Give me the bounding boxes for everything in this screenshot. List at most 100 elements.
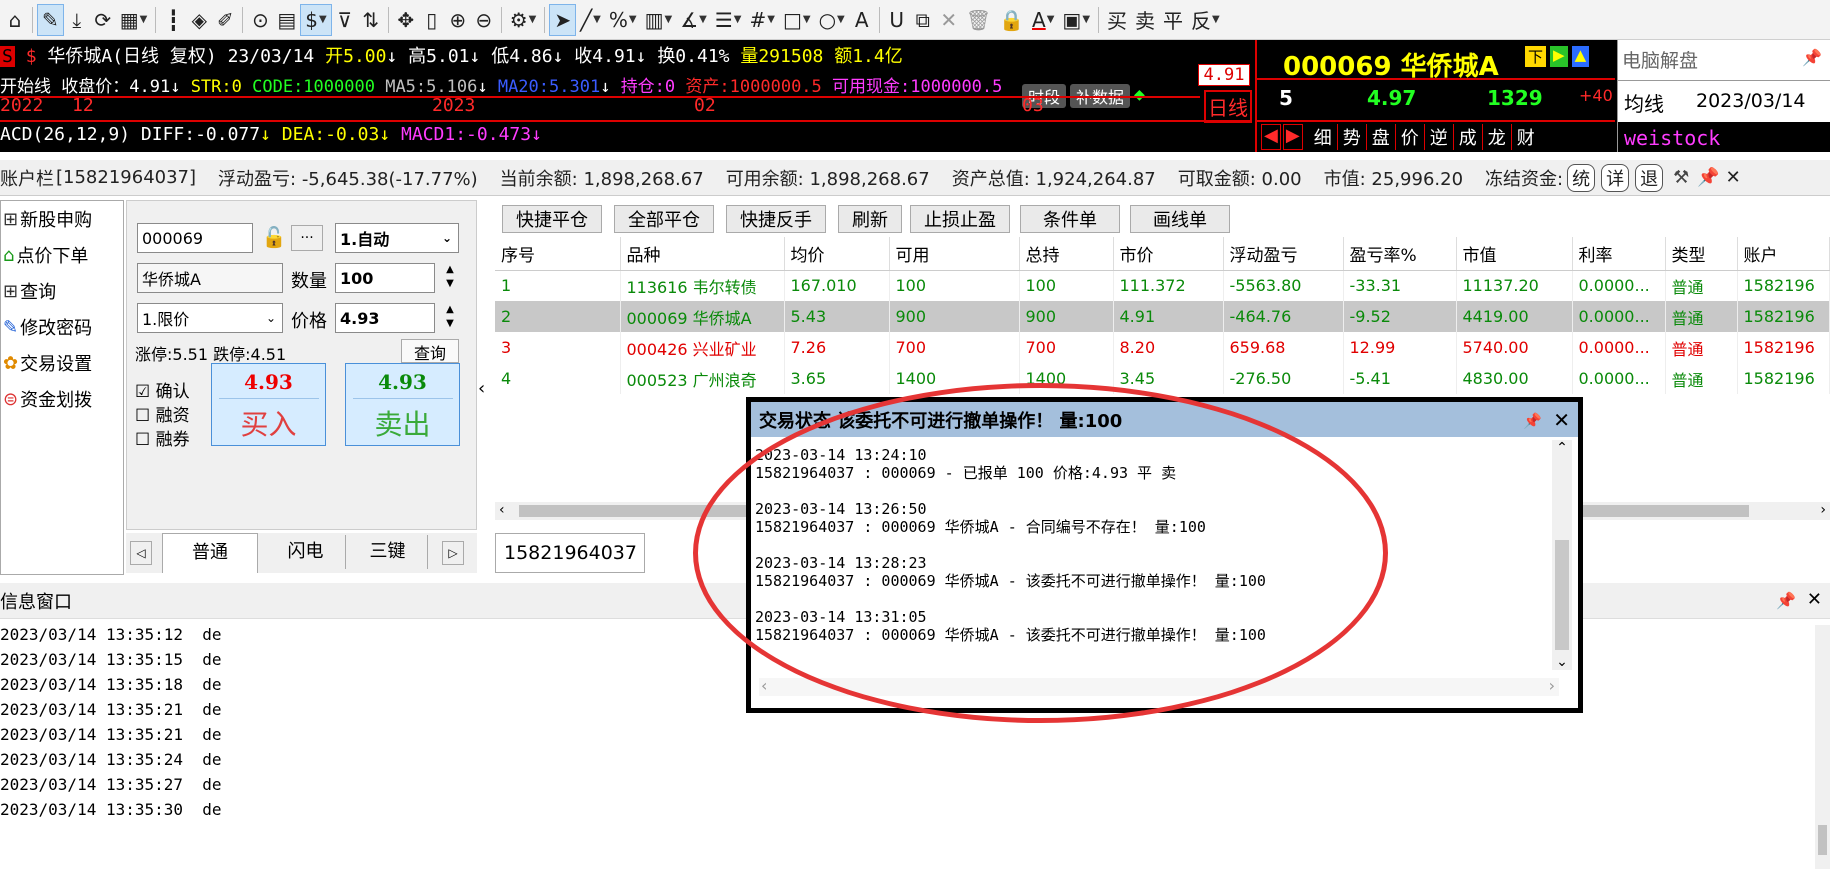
reverse-toolbar-button[interactable]: 反 ▼ <box>1187 4 1224 36</box>
price-stepper[interactable]: ▲ ▼ <box>439 303 461 333</box>
menu-trade-settings[interactable]: ✿ 交易设置 <box>1 345 123 381</box>
menu-query[interactable]: ⊞ 查询 <box>1 273 123 309</box>
menu-point-order[interactable]: ⌂ 点价下单 <box>1 237 123 273</box>
scroll-right-icon[interactable]: › <box>1549 676 1555 695</box>
up-icon[interactable]: ▲ <box>1571 46 1590 67</box>
logout-button[interactable]: 退 <box>1635 163 1664 192</box>
buy-toolbar-button[interactable]: 买 <box>1103 4 1131 36</box>
detail-button[interactable]: 详 <box>1601 163 1630 192</box>
hash-icon[interactable]: # ▼ <box>745 4 778 36</box>
sell-button[interactable]: 4.93 卖出 <box>345 363 460 446</box>
zoom-out-icon[interactable]: ⊖ <box>471 4 497 36</box>
query-button[interactable]: 查询 <box>401 339 459 363</box>
col-rate[interactable]: 利率 <box>1572 237 1666 271</box>
col-market-value[interactable]: 市值 <box>1456 237 1573 271</box>
menu-fund-transfer[interactable]: ⊜ 资金划拨 <box>1 381 123 417</box>
doc-icon[interactable]: ▤ <box>273 4 300 36</box>
stop-loss-button[interactable]: 止损止盈 <box>910 205 1010 233</box>
lock-icon[interactable]: 🔒 <box>995 4 1028 36</box>
tools-icon[interactable]: ⚒ <box>1673 167 1689 188</box>
text-icon[interactable]: A <box>849 4 875 36</box>
col-symbol[interactable]: 品种 <box>620 237 785 271</box>
tab-three-key[interactable]: 三键 <box>348 535 428 569</box>
col-available[interactable]: 可用 <box>889 237 1020 271</box>
table-row[interactable]: 4 000523 广州浪奇 3.65 1400 1400 3.45 -276.50 -5.41… <box>495 363 1830 394</box>
tab-flash[interactable]: 闪电 <box>266 535 346 569</box>
font-color-icon[interactable]: A ▼ <box>1028 4 1058 36</box>
magnet-icon[interactable]: U <box>884 4 910 36</box>
column-icon[interactable]: ▯ <box>419 4 445 36</box>
circle-icon[interactable]: ○ ▼ <box>815 4 849 36</box>
quote-tab-finance[interactable]: 财 <box>1512 124 1540 150</box>
line-order-button[interactable]: 画线单 <box>1130 205 1230 233</box>
scroll-left-icon[interactable]: ‹ <box>499 502 505 518</box>
col-float-pnl[interactable]: 浮动盈亏 <box>1223 237 1344 271</box>
menu-change-password[interactable]: ✎ 修改密码 <box>1 309 123 345</box>
tabs-prev-icon[interactable]: ◁ <box>130 541 152 565</box>
download-icon[interactable]: ⤓ <box>64 4 90 36</box>
close-position-toolbar-button[interactable]: 平 <box>1159 4 1187 36</box>
save-icon[interactable]: ▣ ▼ <box>1058 4 1094 36</box>
table-row[interactable]: 1 113616 韦尔转债 167.010 100 100 111.372 -5563.80… <box>495 270 1830 301</box>
rect-icon[interactable]: □ ▼ <box>779 4 815 36</box>
edit-icon[interactable]: ✐ <box>212 4 238 36</box>
quote-tab-reverse[interactable]: 逆 <box>1425 124 1454 150</box>
move-icon[interactable]: ✥ <box>393 4 419 36</box>
diamond-icon[interactable]: ◈ <box>186 4 212 36</box>
close-icon[interactable]: ✕ <box>1807 589 1822 610</box>
scroll-up-icon[interactable]: ⌃ <box>1552 440 1572 456</box>
price-input[interactable]: 4.93 <box>335 303 435 333</box>
stock-code-input[interactable]: 000069 <box>137 223 253 253</box>
quick-close-button[interactable]: 快捷平仓 <box>502 205 602 233</box>
refresh-icon[interactable]: ⟳ <box>90 4 116 36</box>
quick-reverse-button[interactable]: 快捷反手 <box>726 205 826 233</box>
col-market-price[interactable]: 市价 <box>1113 237 1224 271</box>
scroll-left-icon[interactable]: ‹ <box>761 676 767 695</box>
quantity-stepper[interactable]: ▲ ▼ <box>439 263 461 293</box>
scroll-down-icon[interactable]: ⌄ <box>1552 654 1572 670</box>
angle-icon[interactable]: ∡ ▼ <box>676 4 711 36</box>
gear-icon[interactable]: ⚙ ▼ <box>506 4 541 36</box>
line-icon[interactable]: ╱ ▼ <box>576 4 605 36</box>
zoom-in-icon[interactable]: ⊕ <box>445 4 471 36</box>
draw-icon[interactable]: ✎ <box>37 3 64 36</box>
next-tab-icon[interactable]: ▶ <box>1282 124 1303 150</box>
price-type-select[interactable]: 1.限价 ⌄ <box>137 303 283 333</box>
tabs-next-icon[interactable]: ▷ <box>442 541 464 565</box>
dialog-vertical-scrollbar[interactable]: ⌃ ⌄ <box>1552 440 1572 670</box>
quote-tab-price[interactable]: 价 <box>1396 124 1425 150</box>
col-account[interactable]: 账户 <box>1737 237 1830 271</box>
dialog-scrollbar-thumb[interactable] <box>1555 540 1569 650</box>
filter-icon[interactable]: ⊽ <box>332 4 358 36</box>
col-total[interactable]: 总持 <box>1019 237 1114 271</box>
margin-checkbox[interactable]: ☐ 融资 <box>135 401 190 426</box>
confirm-checkbox[interactable]: ☑ 确认 <box>135 377 190 402</box>
trash-icon[interactable]: 🗑 <box>962 4 995 36</box>
quote-tab-dragon[interactable]: 龙 <box>1483 124 1512 150</box>
menu-ipo-subscribe[interactable]: ⊞ 新股申购 <box>1 201 123 237</box>
unlock-icon[interactable]: 🔓 <box>261 225 287 251</box>
close-icon[interactable]: ✕ <box>936 4 962 36</box>
percent-icon[interactable]: % ▼ <box>605 4 641 36</box>
bars-icon[interactable]: ┇ <box>160 4 186 36</box>
quote-tab-deal[interactable]: 成 <box>1454 124 1483 150</box>
account-tab[interactable]: 15821964037 <box>495 533 645 573</box>
log-scrollbar-thumb[interactable] <box>1818 825 1827 855</box>
home-icon[interactable]: ⌂ <box>2 4 28 36</box>
tab-normal[interactable]: 普通 <box>162 533 258 573</box>
col-index[interactable]: 序号 <box>495 237 621 271</box>
table-row[interactable]: 3 000426 兴业矿业 7.26 700 700 8.20 659.68 12.99 574… <box>495 332 1830 363</box>
down-icon[interactable]: 下 <box>1525 46 1547 67</box>
col-type[interactable]: 类型 <box>1665 237 1738 271</box>
close-all-button[interactable]: 全部平仓 <box>614 205 714 233</box>
prev-tab-icon[interactable]: ◀ <box>1261 124 1281 150</box>
dollar-icon[interactable]: $ ▼ <box>300 3 332 36</box>
play-icon[interactable]: ⊙ <box>247 4 273 36</box>
list-icon[interactable]: ☰ ▼ <box>711 4 746 36</box>
pin-icon[interactable]: 📌 <box>1697 167 1719 188</box>
col-avg-price[interactable]: 均价 <box>784 237 890 271</box>
buy-button[interactable]: 4.93 买入 <box>211 363 326 446</box>
short-checkbox[interactable]: ☐ 融券 <box>135 425 190 450</box>
conditional-order-button[interactable]: 条件单 <box>1020 205 1120 233</box>
collapse-panel-icon[interactable]: ‹ <box>478 378 485 399</box>
